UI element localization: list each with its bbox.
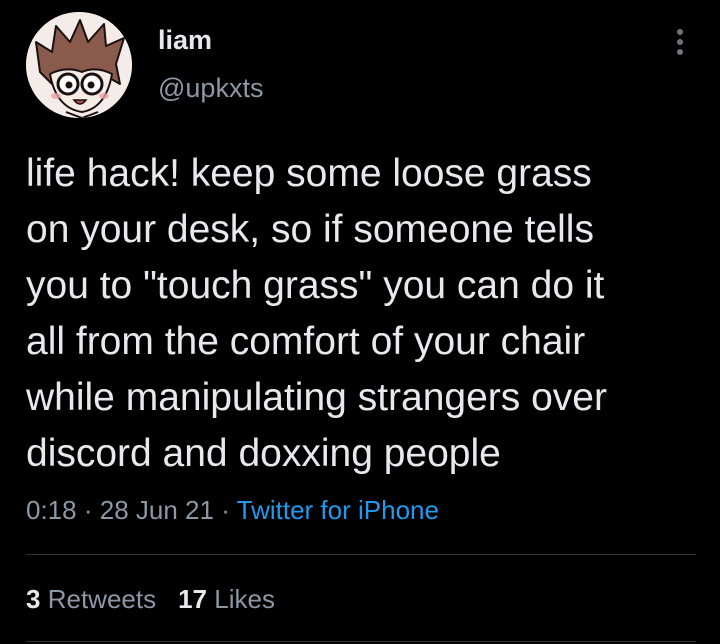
display-name[interactable]: liam [158, 24, 212, 56]
tweet-date[interactable]: 28 Jun 21 [100, 495, 214, 525]
meta-separator: · [83, 495, 93, 525]
likes-stat[interactable]: 17 Likes [178, 584, 275, 614]
tweet-source-link[interactable]: Twitter for iPhone [237, 495, 439, 525]
user-handle[interactable]: @upkxts [158, 72, 263, 104]
tweet-text: life hack! keep some loose grass on your… [26, 152, 607, 475]
tweet-time[interactable]: 0:18 [26, 495, 77, 525]
more-vertical-icon [677, 29, 683, 55]
tweet: liam @upkxts life hack! keep some loose … [0, 0, 720, 644]
tweet-stats: 3 Retweets 17 Likes [26, 583, 275, 615]
more-options-button[interactable] [668, 24, 692, 60]
likes-label: Likes [214, 584, 275, 614]
avatar[interactable] [26, 12, 132, 118]
avatar-cartoon-character-icon [26, 12, 132, 118]
divider [26, 641, 696, 642]
tweet-meta: 0:18 · 28 Jun 21 · Twitter for iPhone [26, 494, 439, 526]
retweets-stat[interactable]: 3 Retweets [26, 584, 156, 614]
retweets-label: Retweets [47, 584, 157, 614]
retweets-count: 3 [26, 584, 41, 614]
meta-separator: · [221, 495, 230, 525]
divider [26, 554, 696, 555]
likes-count: 17 [178, 584, 208, 614]
